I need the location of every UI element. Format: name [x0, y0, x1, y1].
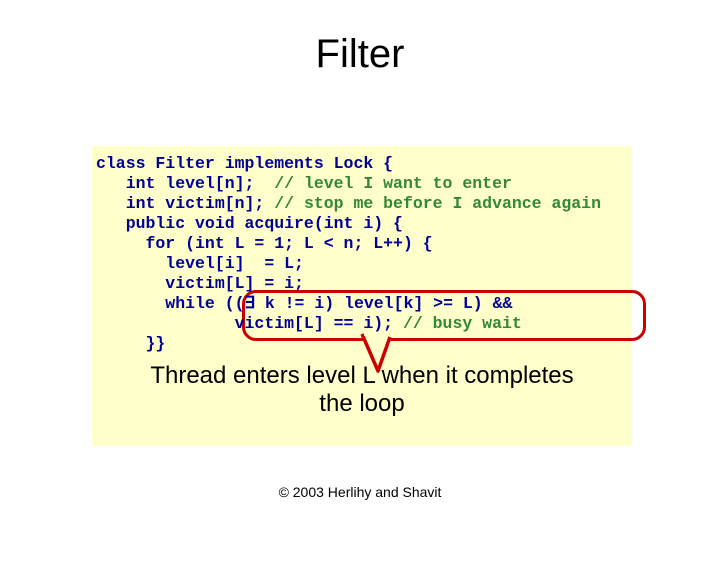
code-line-9a: victim[L] == i); — [96, 314, 403, 333]
code-line-10: }} — [96, 334, 165, 353]
explain-line-2: the loop — [319, 390, 404, 417]
explanation-text: Thread enters level L when it completes … — [92, 362, 632, 418]
explain-line-1: Thread enters level L when it completes — [150, 362, 573, 389]
code-line-3a: int victim[n]; — [96, 194, 274, 213]
slide-title: Filter — [0, 32, 720, 77]
slide: Filter class Filter implements Lock { in… — [0, 32, 720, 572]
code-comment-9: // busy wait — [403, 314, 522, 333]
code-line-8: while ((∃ k != i) level[k] >= L) && — [96, 294, 512, 313]
code-comment-2: // level I want to enter — [274, 174, 512, 193]
code-line-5: for (int L = 1; L < n; L++) { — [96, 234, 433, 253]
copyright-text: © 2003 Herlihy and Shavit — [0, 484, 720, 500]
code-content: class Filter implements Lock { int level… — [96, 154, 628, 354]
code-line-1: class Filter implements Lock { — [96, 154, 393, 173]
code-block: class Filter implements Lock { int level… — [92, 146, 632, 446]
code-line-7: victim[L] = i; — [96, 274, 304, 293]
code-line-4: public void acquire(int i) { — [96, 214, 403, 233]
code-comment-3: // stop me before I advance again — [274, 194, 601, 213]
code-line-6: level[i] = L; — [96, 254, 304, 273]
code-line-2a: int level[n]; — [96, 174, 274, 193]
